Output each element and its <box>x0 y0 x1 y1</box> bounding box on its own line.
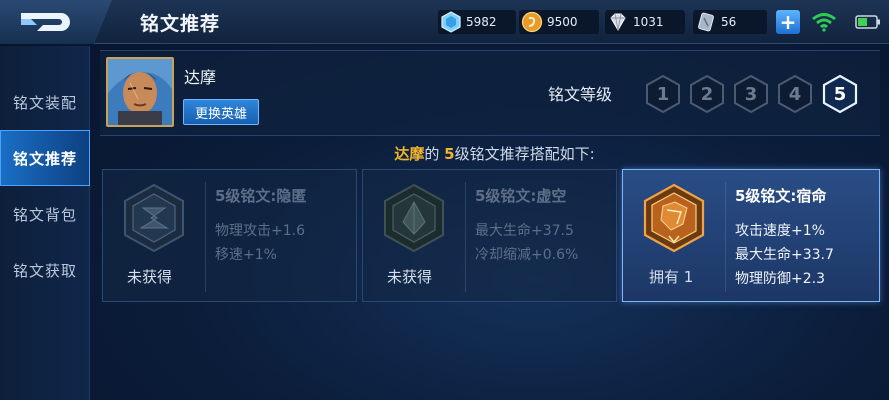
rune-hidden-emblem-icon <box>124 183 184 253</box>
rune-shard-icon <box>698 12 714 32</box>
rune-void-emblem-icon <box>384 183 444 253</box>
level-option-5-selected[interactable]: 5 <box>822 74 858 114</box>
gold-amount: 9500 <box>547 15 578 29</box>
rune-shard-amount: 56 <box>721 15 737 29</box>
recommendation-part1: 的 <box>424 145 445 163</box>
rune-attr: 物理攻击+1.6 <box>215 223 305 239</box>
gem-currency: 1031 <box>605 10 685 34</box>
sidebar-item-label: 铭文获取 <box>12 261 77 280</box>
level-option-4[interactable]: 4 <box>777 74 813 114</box>
gem-amount: 1031 <box>633 15 664 29</box>
hero-portrait[interactable] <box>106 57 174 127</box>
rune-attr: 最大生命+37.5 <box>475 223 574 239</box>
back-button[interactable] <box>0 0 112 44</box>
rune-attr: 物理防御+2.3 <box>735 271 825 287</box>
page-title: 铭文推荐 <box>140 13 221 35</box>
rune-attr: 冷却缩减+0.6% <box>475 247 579 263</box>
level-option-label: 1 <box>656 83 670 105</box>
rune-status: 未获得 <box>127 268 173 286</box>
level-option-2[interactable]: 2 <box>689 74 725 114</box>
level-option-label: 2 <box>700 83 714 105</box>
sidebar-item-label: 铭文背包 <box>12 205 77 224</box>
hero-portrait-image <box>108 59 172 125</box>
recommendation-text: 达摩的 5级铭文推荐搭配如下: <box>0 143 889 164</box>
recommendation-level: 5 <box>444 145 455 163</box>
plus-icon: + <box>779 10 797 34</box>
level-option-label: 5 <box>833 83 847 105</box>
rune-card-2[interactable]: 未获得 5级铭文:虚空 最大生命+37.5 冷却缩减+0.6% <box>362 169 617 302</box>
diamond-currency: 5982 <box>438 10 516 34</box>
rune-title: 5级铭文:虚空 <box>475 187 567 205</box>
sidebar-item-label: 铭文装配 <box>12 93 77 112</box>
gold-coin-icon <box>521 11 543 33</box>
change-hero-label: 更换英雄 <box>194 106 247 122</box>
card-divider <box>205 182 206 292</box>
gold-currency: 9500 <box>519 10 599 34</box>
level-option-3[interactable]: 3 <box>733 74 769 114</box>
sidebar-item-rune-bag[interactable]: 铭文背包 <box>0 186 90 242</box>
rune-card-1[interactable]: 未获得 5级铭文:隐匿 物理攻击+1.6 移速+1% <box>102 169 357 302</box>
change-hero-button[interactable]: 更换英雄 <box>183 99 259 125</box>
recommendation-hero: 达摩 <box>394 145 425 163</box>
level-option-label: 3 <box>744 83 758 105</box>
battery-icon <box>855 15 880 29</box>
top-bar: 铭文推荐 5982 9500 1031 56 + <box>0 0 889 44</box>
gem-icon <box>610 13 626 31</box>
rune-card-3[interactable]: 拥有 1 5级铭文:宿命 攻击速度+1% 最大生命+33.7 物理防御+2.3 <box>622 169 880 302</box>
rune-level-label: 铭文等级 <box>548 85 613 104</box>
level-option-1[interactable]: 1 <box>645 74 681 114</box>
sidebar: 铭文装配 铭文推荐 铭文背包 铭文获取 <box>0 46 90 400</box>
recommendation-part2: 级铭文推荐搭配如下: <box>454 145 595 163</box>
rune-attr: 移速+1% <box>215 247 277 263</box>
add-currency-button[interactable]: + <box>776 10 800 34</box>
card-divider <box>725 182 726 292</box>
card-divider <box>465 182 466 292</box>
rune-attr: 攻击速度+1% <box>735 223 825 239</box>
diamond-icon <box>441 11 461 33</box>
sidebar-item-rune-equip[interactable]: 铭文装配 <box>0 74 90 130</box>
rune-fate-emblem-icon <box>643 183 705 253</box>
diamond-amount: 5982 <box>466 15 497 29</box>
sidebar-item-rune-obtain[interactable]: 铭文获取 <box>0 242 90 298</box>
rune-status: 未获得 <box>387 268 433 286</box>
back-arrow-icon <box>21 13 70 31</box>
wifi-icon <box>812 13 836 32</box>
level-option-label: 4 <box>788 83 802 105</box>
rune-attr: 最大生命+33.7 <box>735 247 834 263</box>
rune-shard-currency: 56 <box>693 10 767 34</box>
rune-title: 5级铭文:隐匿 <box>215 187 307 205</box>
rune-title: 5级铭文:宿命 <box>735 187 827 205</box>
rune-status: 拥有 1 <box>649 268 694 286</box>
hero-name: 达摩 <box>184 68 217 87</box>
